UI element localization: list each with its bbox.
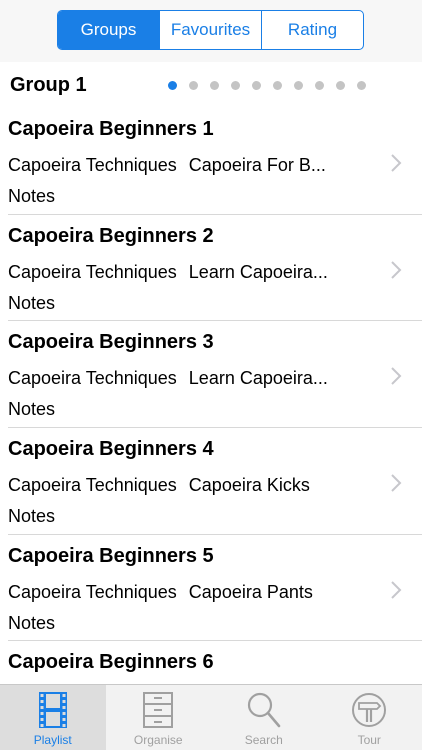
tab-label: Playlist: [33, 733, 72, 747]
item-notes: Notes: [8, 186, 56, 206]
tab-label: Search: [244, 733, 283, 747]
item-title: Capoeira Beginners 6: [8, 651, 214, 674]
page-dot[interactable]: [210, 81, 219, 90]
item-notes: Notes: [8, 506, 56, 527]
item-notes: Notes: [8, 292, 56, 313]
item-tag: Capoeira Techniques: [8, 475, 177, 496]
item-tags: Capoeira Techniques Learn Capoeira...: [8, 262, 383, 283]
page-dot[interactable]: [336, 81, 345, 90]
chevron-right-icon: [391, 367, 402, 386]
item-title: Capoeira Beginners 3: [8, 331, 214, 354]
page-dot[interactable]: [315, 81, 324, 90]
item-title: Capoeira Beginners 1: [8, 118, 214, 140]
playlist-list: Capoeira Beginners 1 Capoeira Techniques…: [0, 108, 422, 684]
segment-groups[interactable]: Groups: [58, 11, 159, 49]
list-item[interactable]: Capoeira Beginners 5 Capoeira Techniques…: [0, 535, 422, 642]
item-tag: Capoeira Techniques: [8, 155, 177, 175]
chevron-right-icon: [391, 260, 402, 279]
page-dot[interactable]: [252, 81, 261, 90]
magnifier-icon: [247, 692, 281, 728]
item-tag: Capoeira Techniques: [8, 581, 177, 602]
list-item[interactable]: Capoeira Beginners 4 Capoeira Techniques…: [0, 428, 422, 535]
item-title: Capoeira Beginners 4: [8, 438, 214, 461]
item-notes: Notes: [8, 612, 56, 633]
tab-tour[interactable]: Tour: [317, 685, 422, 750]
page-dot[interactable]: [357, 81, 366, 90]
item-title: Capoeira Beginners 5: [8, 544, 214, 567]
signpost-icon: [352, 693, 387, 727]
item-title: Capoeira Beginners 2: [8, 224, 214, 247]
tab-organise[interactable]: Organise: [106, 685, 212, 750]
group-title: Group 1: [10, 74, 87, 96]
cabinet-icon: [143, 692, 174, 728]
list-item[interactable]: Capoeira Beginners 1 Capoeira Techniques…: [0, 108, 422, 215]
item-tag: Capoeira For B...: [188, 155, 326, 175]
item-tag: Capoeira Techniques: [8, 261, 177, 282]
item-tags: Capoeira Techniques Capoeira Kicks: [8, 475, 383, 496]
item-tag: Learn Capoeira...: [188, 261, 328, 282]
list-item[interactable]: Capoeira Beginners 3 Capoeira Techniques…: [0, 321, 422, 428]
list-item[interactable]: Capoeira Beginners 2 Capoeira Techniques…: [0, 215, 422, 322]
page-dot[interactable]: [273, 81, 282, 90]
page-dot[interactable]: [294, 81, 303, 90]
page-dot[interactable]: [189, 81, 198, 90]
tab-label: Tour: [357, 733, 381, 747]
page-indicator[interactable]: [168, 81, 366, 90]
chevron-right-icon: [391, 154, 402, 172]
tab-bar: Playlist Organise Search Tour: [0, 684, 422, 750]
item-tag: Capoeira Kicks: [188, 475, 310, 496]
tab-label: Organise: [133, 733, 183, 747]
film-strip-icon: [38, 692, 67, 728]
segment-favourites[interactable]: Favourites: [159, 11, 261, 49]
item-tags: Capoeira Techniques Capoeira Pants: [8, 582, 383, 603]
tab-search[interactable]: Search: [211, 685, 317, 750]
list-item[interactable]: Capoeira Beginners 6: [0, 641, 422, 684]
item-tag: Capoeira Pants: [188, 581, 313, 602]
item-tags: Capoeira Techniques Capoeira For B...: [8, 155, 383, 176]
item-tag: Capoeira Techniques: [8, 368, 177, 389]
page-dot[interactable]: [231, 81, 240, 90]
item-notes: Notes: [8, 399, 56, 420]
segmented-control: Groups Favourites Rating: [57, 10, 364, 50]
page-dot[interactable]: [168, 81, 177, 90]
tab-playlist[interactable]: Playlist: [0, 685, 106, 750]
top-bar: Groups Favourites Rating: [0, 0, 422, 62]
segment-rating[interactable]: Rating: [261, 11, 363, 49]
chevron-right-icon: [391, 474, 402, 492]
chevron-right-icon: [391, 581, 402, 599]
item-tag: Learn Capoeira...: [188, 368, 328, 389]
item-tags: Capoeira Techniques Learn Capoeira...: [8, 368, 383, 389]
